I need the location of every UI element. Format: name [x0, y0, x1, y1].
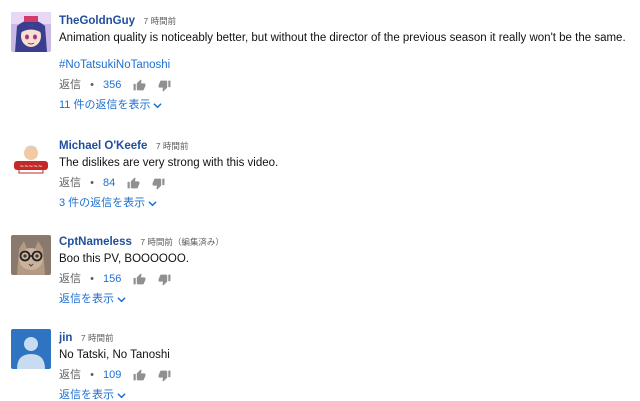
comment-author[interactable]: TheGoldnGuy	[59, 15, 135, 27]
thumbs-up-icon[interactable]	[133, 273, 146, 286]
comment-text: No Tatski, No Tanoshi	[59, 349, 170, 361]
comment-actions: 返信 • 109	[59, 366, 632, 384]
thumbs-up-icon[interactable]	[133, 79, 146, 92]
view-replies-button[interactable]: 返信を表示	[59, 290, 632, 308]
reply-button[interactable]: 返信	[59, 366, 81, 384]
chevron-down-icon	[153, 101, 163, 110]
reply-button[interactable]: 返信	[59, 270, 81, 288]
like-count: 109	[102, 369, 122, 382]
view-replies-button[interactable]: 返信を表示	[59, 386, 632, 401]
anime-girl-avatar[interactable]	[11, 12, 51, 52]
default-user-avatar[interactable]	[11, 329, 51, 369]
comment-author[interactable]: jin	[59, 332, 72, 344]
comment-timestamp[interactable]: 7 時間前	[81, 333, 114, 343]
comment-actions: 返信 • 356	[59, 76, 632, 94]
separator-dot: •	[90, 177, 94, 190]
separator-dot: •	[90, 79, 94, 92]
thumbs-down-icon[interactable]	[158, 273, 171, 286]
comment-body: CptNameless 7 時間前（編集済み） Boo this PV, BOO…	[59, 233, 632, 308]
view-replies-button[interactable]: 3 件の返信を表示	[59, 194, 632, 212]
thumbs-down-icon[interactable]	[158, 369, 171, 382]
reply-button[interactable]: 返信	[59, 174, 81, 192]
budweiser-logo-avatar[interactable]: ~~~~~	[11, 139, 51, 179]
comment-body: Michael O'Keefe 7 時間前 The dislikes are v…	[59, 137, 632, 212]
reply-button[interactable]: 返信	[59, 76, 81, 94]
comment-text: Animation quality is noticeably better, …	[59, 32, 626, 44]
comment-actions: 返信 • 156	[59, 270, 632, 288]
comment-timestamp[interactable]: 7 時間前	[143, 16, 176, 26]
view-replies-label: 返信を表示	[59, 293, 114, 305]
like-count: 84	[102, 177, 116, 190]
separator-dot: •	[90, 273, 94, 286]
view-replies-label: 11 件の返信を表示	[59, 99, 151, 111]
comment-text: Boo this PV, BOOOOOO.	[59, 253, 189, 265]
separator-dot: •	[90, 369, 94, 382]
view-replies-label: 返信を表示	[59, 389, 114, 401]
thumbs-down-icon[interactable]	[158, 79, 171, 92]
hashtag-link[interactable]: #NoTatsukiNoTanoshi	[59, 57, 632, 73]
comment-author[interactable]: Michael O'Keefe	[59, 140, 147, 152]
comment-timestamp[interactable]: 7 時間前（編集済み）	[140, 237, 224, 247]
thumbs-up-icon[interactable]	[133, 369, 146, 382]
cat-with-glasses-avatar[interactable]	[11, 235, 51, 275]
chevron-down-icon	[117, 295, 126, 304]
comment-body: TheGoldnGuy 7 時間前 Animation quality is n…	[59, 12, 632, 114]
comment-body: jin 7 時間前 No Tatski, No Tanoshi 返信 • 109…	[59, 329, 632, 401]
comment-timestamp[interactable]: 7 時間前	[156, 141, 189, 151]
like-count: 356	[102, 79, 122, 92]
comment-author[interactable]: CptNameless	[59, 236, 132, 248]
chevron-down-icon	[148, 199, 157, 208]
chevron-down-icon	[117, 391, 126, 400]
view-replies-label: 3 件の返信を表示	[59, 197, 146, 209]
view-replies-button[interactable]: 11 件の返信を表示	[59, 96, 632, 114]
thumbs-up-icon[interactable]	[127, 177, 140, 190]
like-count: 156	[102, 273, 122, 286]
comment-actions: 返信 • 84	[59, 174, 632, 192]
thumbs-down-icon[interactable]	[152, 177, 165, 190]
svg-text:~~~~~: ~~~~~	[19, 164, 42, 170]
comment-text: The dislikes are very strong with this v…	[59, 157, 279, 169]
